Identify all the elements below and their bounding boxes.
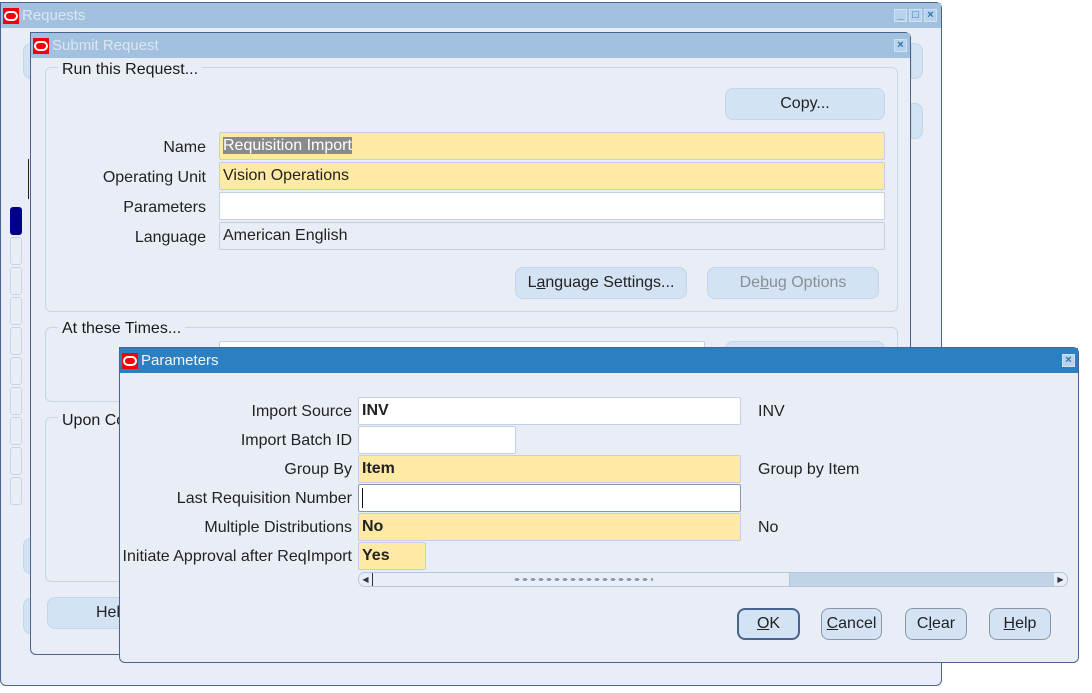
submit-request-title: Submit Request bbox=[52, 37, 159, 54]
name-label: Name bbox=[163, 139, 206, 156]
oracle-logo-icon bbox=[33, 37, 49, 54]
requests-title: Requests bbox=[22, 7, 86, 24]
debug-options-button[interactable]: Debug Options bbox=[707, 267, 879, 299]
language-settings-button[interactable]: Language Settings... bbox=[515, 267, 687, 299]
clear-button[interactable]: Clear bbox=[905, 608, 967, 640]
row-indicator[interactable] bbox=[10, 327, 22, 355]
import-source-field[interactable]: INV bbox=[358, 397, 741, 425]
scrollbar-grip bbox=[513, 577, 653, 582]
maximize-icon[interactable]: □ bbox=[909, 9, 922, 22]
language-label: Language bbox=[134, 229, 206, 246]
scroll-left-arrow-icon[interactable]: ◀ bbox=[359, 573, 372, 586]
run-request-legend: Run this Request... bbox=[58, 61, 203, 79]
group-by-label: Group By bbox=[284, 461, 352, 478]
btn-mnemonic: C bbox=[826, 615, 839, 632]
initiate-approval-label: Initiate Approval after ReqImport bbox=[122, 548, 352, 565]
oracle-logo-icon bbox=[122, 352, 138, 369]
scroll-right-arrow-icon[interactable]: ▶ bbox=[1054, 573, 1067, 586]
help-button[interactable]: Help bbox=[989, 608, 1051, 640]
btn-text: L bbox=[527, 274, 537, 291]
parameters-window: Parameters × Import Source INV INV Impor… bbox=[119, 347, 1079, 663]
multiple-distributions-label: Multiple Distributions bbox=[204, 519, 352, 536]
row-indicator-current[interactable] bbox=[10, 207, 22, 235]
import-source-description: INV bbox=[758, 403, 785, 420]
operating-unit-field[interactable]: Vision Operations bbox=[219, 162, 885, 190]
row-grid bbox=[10, 207, 32, 507]
group-by-description: Group by Item bbox=[758, 461, 860, 478]
btn-text: K bbox=[769, 615, 781, 632]
oracle-logo-icon bbox=[3, 7, 19, 24]
import-batch-id-field[interactable] bbox=[358, 426, 516, 454]
multiple-distributions-description: No bbox=[758, 519, 779, 536]
last-requisition-number-field[interactable] bbox=[358, 484, 741, 512]
parameters-field[interactable] bbox=[219, 192, 885, 220]
row-indicator[interactable] bbox=[10, 267, 22, 295]
row-indicator[interactable] bbox=[10, 447, 22, 475]
ok-button[interactable]: OK bbox=[737, 608, 800, 640]
btn-text: ancel bbox=[838, 615, 877, 632]
row-indicator[interactable] bbox=[10, 237, 22, 265]
btn-text: De bbox=[739, 274, 761, 291]
multiple-distributions-field[interactable]: No bbox=[358, 513, 741, 541]
close-icon[interactable]: × bbox=[1062, 354, 1075, 367]
submit-request-titlebar[interactable]: Submit Request × bbox=[31, 33, 910, 58]
btn-text: nguage Settings... bbox=[545, 274, 675, 291]
horizontal-scrollbar[interactable]: ◀ ▶ bbox=[358, 572, 1068, 587]
parameters-label: Parameters bbox=[123, 199, 206, 216]
row-indicator[interactable] bbox=[10, 417, 22, 445]
text-cursor bbox=[362, 487, 363, 508]
btn-text: ug Options bbox=[768, 274, 847, 291]
import-source-label: Import Source bbox=[251, 403, 352, 420]
hidden-button[interactable] bbox=[911, 103, 923, 139]
close-icon[interactable]: × bbox=[894, 39, 907, 52]
btn-mnemonic: H bbox=[1003, 615, 1016, 632]
cursor-line bbox=[28, 159, 29, 199]
hidden-button[interactable] bbox=[911, 43, 923, 79]
import-batch-id-label: Import Batch ID bbox=[240, 432, 352, 449]
name-field-value: Requisition Import bbox=[223, 137, 352, 154]
requests-titlebar[interactable]: Requests _ □ × bbox=[1, 3, 941, 28]
copy-button[interactable]: Copy... bbox=[725, 88, 885, 120]
btn-mnemonic: O bbox=[756, 615, 770, 632]
minimize-icon[interactable]: _ bbox=[894, 9, 907, 22]
row-indicator[interactable] bbox=[10, 357, 22, 385]
parameters-titlebar[interactable]: Parameters × bbox=[120, 348, 1078, 373]
row-indicator[interactable] bbox=[10, 477, 22, 505]
scrollbar-thumb[interactable] bbox=[372, 573, 790, 586]
language-field[interactable]: American English bbox=[219, 222, 885, 250]
name-field[interactable]: Requisition Import bbox=[219, 132, 885, 160]
cancel-button[interactable]: Cancel bbox=[821, 608, 882, 640]
close-icon[interactable]: × bbox=[924, 9, 937, 22]
parameters-title: Parameters bbox=[141, 352, 219, 369]
btn-mnemonic: b bbox=[760, 274, 769, 291]
btn-text: elp bbox=[1015, 615, 1037, 632]
operating-unit-label: Operating Unit bbox=[102, 169, 206, 186]
times-legend: At these Times... bbox=[58, 320, 186, 338]
last-requisition-number-label: Last Requisition Number bbox=[176, 490, 352, 507]
initiate-approval-field[interactable]: Yes bbox=[358, 542, 426, 570]
row-indicator[interactable] bbox=[10, 387, 22, 415]
btn-text: ear bbox=[932, 615, 956, 632]
row-indicator[interactable] bbox=[10, 297, 22, 325]
group-by-field[interactable]: Item bbox=[358, 455, 741, 483]
btn-text: C bbox=[916, 615, 929, 632]
